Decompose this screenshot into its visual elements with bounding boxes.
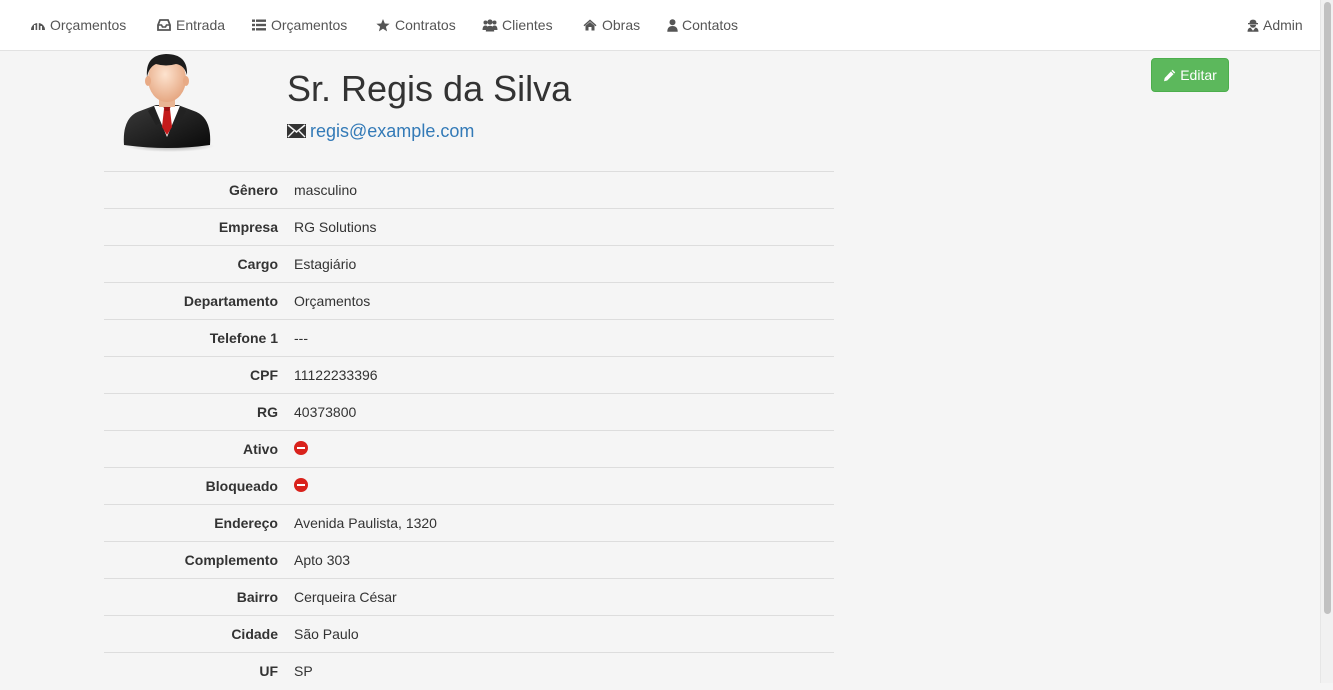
detail-label: Complemento (184, 552, 278, 568)
detail-label: Departamento (183, 293, 278, 309)
detail-label: Ativo (243, 441, 278, 457)
detail-row-telefone-1: Telefone 1 --- (104, 319, 834, 357)
nav-item-clientes[interactable]: Clientes (482, 0, 553, 50)
scrollbar-thumb[interactable] (1324, 2, 1331, 614)
contact-name: Sr. Regis da Silva (287, 68, 572, 109)
inbox-icon (156, 18, 172, 32)
user-icon (667, 18, 678, 32)
detail-value: RG Solutions (294, 219, 377, 235)
nav-item-label: Orçamentos (271, 17, 348, 33)
nav-item-contatos[interactable]: Contatos (667, 0, 738, 50)
nav-item-obras[interactable]: Obras (582, 0, 640, 50)
detail-row-cpf: CPF 11122233396 (104, 356, 834, 394)
detail-label: Bairro (236, 589, 278, 605)
detail-value: SP (294, 663, 313, 680)
nav-item-label: Entrada (176, 17, 226, 33)
detail-row-ativo: Ativo (104, 430, 834, 468)
detail-label: UF (259, 663, 278, 680)
detail-value: Cerqueira César (294, 589, 397, 605)
contact-email-link[interactable]: regis@example.com (310, 121, 474, 142)
detail-row-genero: Gênero masculino (104, 171, 834, 209)
nav-item-entrada[interactable]: Entrada (156, 0, 225, 50)
nav-item-label: Contatos (682, 17, 739, 33)
detail-value: Estagiário (294, 256, 357, 272)
detail-label: Endereço (214, 515, 278, 531)
detail-label: Empresa (218, 219, 278, 235)
edit-button-label: Editar (1180, 67, 1217, 83)
detail-row-complemento: Complemento Apto 303 (104, 541, 834, 579)
envelope-icon (287, 124, 306, 138)
detail-value: São Paulo (294, 626, 359, 642)
home-icon (582, 18, 598, 32)
detail-value: 11122233396 (294, 367, 378, 383)
user-menu[interactable]: Admin (1247, 0, 1303, 50)
nav-item-label: Obras (602, 17, 641, 33)
detail-row-cargo: Cargo Estagiário (104, 245, 834, 283)
contact-email-row: regis@example.com (287, 119, 474, 143)
detail-row-rg: RG 40373800 (104, 393, 834, 431)
contact-details-table: Gênero masculino Empresa RG Solutions Ca… (104, 171, 834, 690)
top-navbar: Orçamentos Entrada Orçamentos Contratos … (0, 0, 1320, 51)
nav-item-label: Clientes (502, 17, 553, 33)
detail-label: Gênero (228, 182, 278, 198)
detail-value: --- (294, 330, 308, 346)
detail-value (286, 431, 834, 468)
detail-label: RG (257, 404, 278, 420)
detail-row-bairro: Bairro Cerqueira César (104, 578, 834, 616)
user-menu-label: Admin (1263, 17, 1303, 33)
detail-label: Cargo (237, 256, 278, 272)
detail-value: Avenida Paulista, 1320 (294, 515, 437, 531)
nav-item-label: Contratos (395, 17, 456, 33)
detail-row-departamento: Departamento Orçamentos (104, 282, 834, 320)
edit-button[interactable]: Editar (1151, 58, 1229, 92)
detail-value: Apto 303 (294, 552, 351, 568)
detail-value: Orçamentos (294, 293, 371, 309)
users-icon (482, 18, 498, 32)
detail-label: Cidade (231, 626, 278, 642)
user-secret-icon (1247, 18, 1259, 32)
nav-item-orcamentos[interactable]: Orçamentos (251, 0, 347, 50)
detail-row-empresa: Empresa RG Solutions (104, 208, 834, 246)
nav-item-contratos[interactable]: Contratos (375, 0, 456, 50)
page-scrollbar[interactable] (1320, 0, 1333, 683)
detail-value: masculino (294, 182, 358, 198)
detail-label: CPF (250, 367, 278, 383)
detail-row-endereco: Endereço Avenida Paulista, 1320 (104, 504, 834, 542)
detail-row-cidade: Cidade São Paulo (104, 615, 834, 653)
detail-value: 40373800 (294, 404, 357, 420)
dashboard-icon (30, 18, 46, 32)
detail-label: Bloqueado (205, 478, 278, 494)
businessman-avatar-icon (123, 54, 214, 152)
list-icon (251, 18, 267, 32)
detail-row-uf: UF SP (104, 652, 834, 690)
nav-brand[interactable]: Orçamentos (30, 0, 126, 50)
star-icon (375, 18, 391, 32)
detail-row-bloqueado: Bloqueado (104, 467, 834, 505)
nav-brand-label: Orçamentos (50, 17, 127, 33)
detail-value (286, 468, 834, 505)
minus-circle-icon (294, 478, 308, 493)
pencil-icon (1163, 69, 1176, 82)
contact-avatar (118, 51, 216, 153)
minus-circle-icon (294, 441, 308, 456)
detail-label: Telefone 1 (209, 330, 278, 346)
